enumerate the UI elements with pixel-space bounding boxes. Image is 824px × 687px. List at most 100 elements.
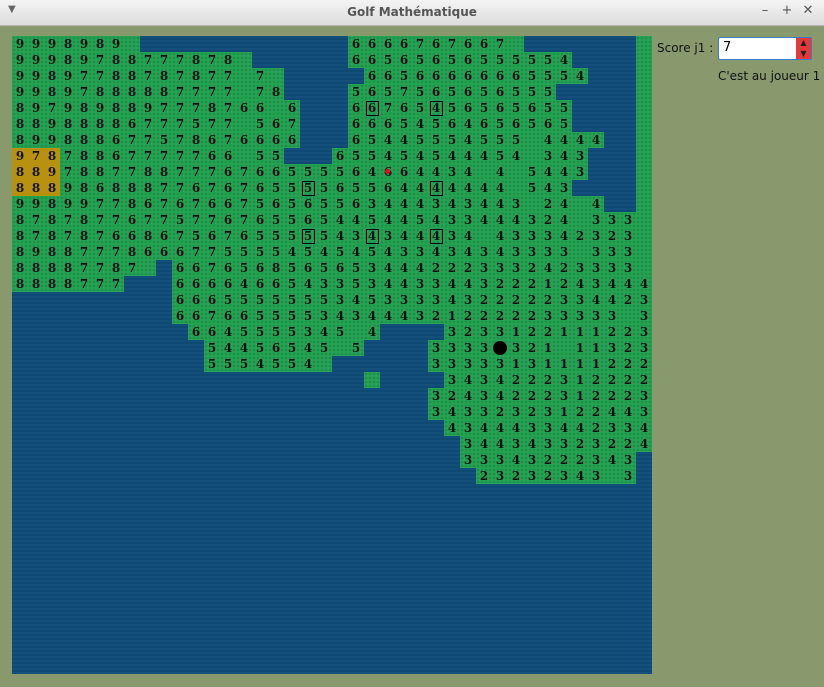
grass-cell[interactable]: 3 xyxy=(428,356,444,372)
grass-cell[interactable]: 7 xyxy=(188,100,204,116)
grass-cell[interactable]: 2 xyxy=(604,372,620,388)
grass-cell[interactable]: 4 xyxy=(380,244,396,260)
grass-cell[interactable]: 2 xyxy=(524,308,540,324)
grass-cell[interactable]: 5 xyxy=(348,180,364,196)
grass-cell[interactable]: 8 xyxy=(60,260,76,276)
grass-cell[interactable]: 8 xyxy=(124,244,140,260)
grass-cell[interactable]: 3 xyxy=(380,292,396,308)
grass-cell[interactable]: 4 xyxy=(348,292,364,308)
grass-cell[interactable]: 3 xyxy=(492,468,508,484)
grass-cell[interactable]: 3 xyxy=(556,372,572,388)
grass-cell[interactable]: 7 xyxy=(156,100,172,116)
grass-cell[interactable] xyxy=(636,180,652,196)
grass-cell[interactable]: 3 xyxy=(364,276,380,292)
grass-cell[interactable]: 3 xyxy=(604,340,620,356)
grass-cell[interactable]: 4 xyxy=(492,180,508,196)
grass-cell[interactable]: 7 xyxy=(156,148,172,164)
grass-cell[interactable]: 3 xyxy=(444,356,460,372)
grass-cell[interactable]: 6 xyxy=(428,84,444,100)
grass-cell[interactable]: 6 xyxy=(124,212,140,228)
grass-cell[interactable]: 6 xyxy=(428,68,444,84)
grass-cell[interactable]: 7 xyxy=(188,244,204,260)
grass-cell[interactable]: 1 xyxy=(540,276,556,292)
grass-cell[interactable]: 4 xyxy=(556,196,572,212)
grass-cell[interactable]: 6 xyxy=(460,68,476,84)
grass-cell[interactable]: 7 xyxy=(236,180,252,196)
grass-cell[interactable]: 7 xyxy=(204,68,220,84)
grass-cell[interactable]: 5 xyxy=(444,84,460,100)
grass-cell[interactable]: 6 xyxy=(188,276,204,292)
grass-cell[interactable] xyxy=(636,68,652,84)
grass-cell[interactable]: 5 xyxy=(396,148,412,164)
grass-cell[interactable]: 9 xyxy=(44,116,60,132)
grass-cell[interactable]: 4 xyxy=(444,180,460,196)
grass-cell[interactable]: 2 xyxy=(508,292,524,308)
grass-cell[interactable]: 3 xyxy=(444,164,460,180)
grass-cell[interactable]: 6 xyxy=(348,100,364,116)
grass-cell[interactable]: 8 xyxy=(12,212,28,228)
grass-cell[interactable]: 4 xyxy=(492,164,508,180)
grass-cell[interactable]: 7 xyxy=(172,228,188,244)
grass-cell[interactable]: 7 xyxy=(188,148,204,164)
grass-cell[interactable]: 2 xyxy=(556,452,572,468)
grass-cell[interactable]: 9 xyxy=(28,36,44,52)
grass-cell[interactable]: 7 xyxy=(60,228,76,244)
grass-cell[interactable]: 2 xyxy=(428,260,444,276)
grass-cell[interactable]: 6 xyxy=(204,228,220,244)
grass-cell[interactable]: 4 xyxy=(460,276,476,292)
grass-cell[interactable]: 3 xyxy=(460,356,476,372)
grass-cell[interactable] xyxy=(636,228,652,244)
grass-cell[interactable]: 5 xyxy=(236,292,252,308)
grass-cell[interactable]: 4 xyxy=(636,276,652,292)
grass-cell[interactable]: 5 xyxy=(332,164,348,180)
grass-cell[interactable]: 5 xyxy=(284,324,300,340)
grass-cell[interactable]: 3 xyxy=(556,388,572,404)
grass-cell[interactable]: 7 xyxy=(204,84,220,100)
grass-cell[interactable]: 3 xyxy=(636,404,652,420)
grass-cell[interactable]: 3 xyxy=(540,420,556,436)
grass-cell[interactable]: 7 xyxy=(172,180,188,196)
grass-cell[interactable]: 2 xyxy=(476,308,492,324)
grass-cell[interactable]: 3 xyxy=(556,292,572,308)
grass-cell[interactable]: 2 xyxy=(492,276,508,292)
grass-cell[interactable]: 2 xyxy=(508,308,524,324)
grass-cell[interactable]: 6 xyxy=(348,132,364,148)
grass-cell[interactable]: 6 xyxy=(236,132,252,148)
grass-cell[interactable]: 7 xyxy=(156,196,172,212)
grass-cell[interactable]: 3 xyxy=(572,308,588,324)
grass-cell[interactable]: 5 xyxy=(524,84,540,100)
grass-cell[interactable]: 4 xyxy=(588,196,604,212)
grass-cell[interactable]: 9 xyxy=(76,52,92,68)
grass-cell[interactable]: 7 xyxy=(188,196,204,212)
grass-cell[interactable]: 9 xyxy=(28,132,44,148)
grass-cell[interactable]: 3 xyxy=(460,436,476,452)
grass-cell[interactable]: 2 xyxy=(460,260,476,276)
grass-cell[interactable]: 4 xyxy=(444,276,460,292)
grass-cell[interactable]: 4 xyxy=(556,164,572,180)
grass-cell[interactable]: 4 xyxy=(396,308,412,324)
grass-cell[interactable]: 4 xyxy=(540,132,556,148)
grass-cell[interactable]: 1 xyxy=(572,388,588,404)
grass-cell[interactable]: 1 xyxy=(508,324,524,340)
sand-cell[interactable]: 8 xyxy=(28,180,44,196)
grass-cell[interactable]: 6 xyxy=(188,324,204,340)
grass-cell[interactable]: 3 xyxy=(300,324,316,340)
grass-cell[interactable]: 8 xyxy=(204,100,220,116)
grass-cell[interactable] xyxy=(636,116,652,132)
grass-cell[interactable]: 3 xyxy=(588,436,604,452)
grass-cell[interactable]: 3 xyxy=(524,356,540,372)
grass-cell[interactable]: 4 xyxy=(380,276,396,292)
grass-cell[interactable]: 4 xyxy=(460,372,476,388)
grass-cell[interactable]: 3 xyxy=(556,308,572,324)
grass-cell[interactable]: 2 xyxy=(604,324,620,340)
grass-cell[interactable] xyxy=(332,340,348,356)
grass-cell[interactable]: 7 xyxy=(92,212,108,228)
grass-cell[interactable]: 1 xyxy=(572,356,588,372)
grass-cell[interactable]: 4 xyxy=(396,132,412,148)
grass-cell[interactable]: 4 xyxy=(364,308,380,324)
grass-cell[interactable]: 6 xyxy=(492,100,508,116)
grass-cell[interactable]: 7 xyxy=(220,68,236,84)
grass-cell[interactable]: 4 xyxy=(492,212,508,228)
grass-cell[interactable]: 4 xyxy=(396,212,412,228)
grass-cell[interactable]: 6 xyxy=(156,228,172,244)
